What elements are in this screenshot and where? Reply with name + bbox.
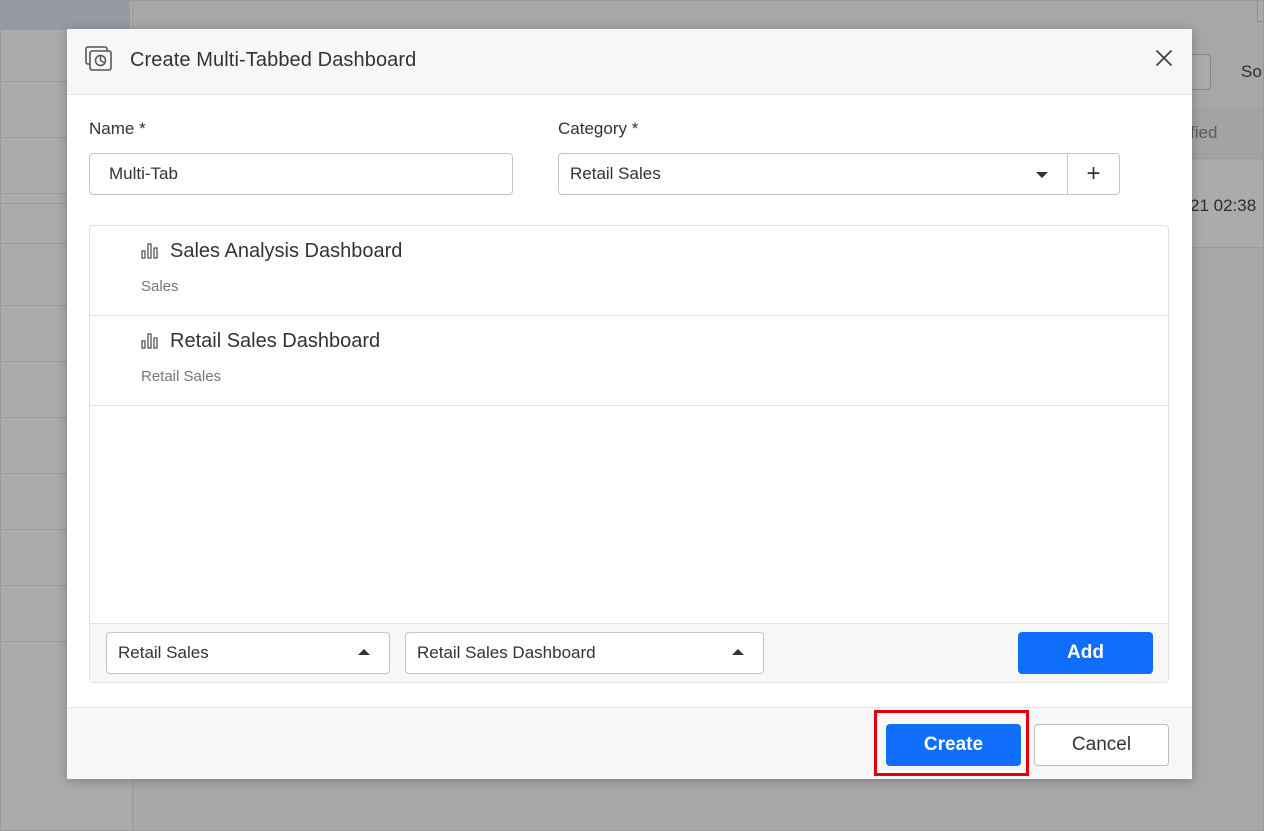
dashboard-icon [85, 46, 112, 71]
bar-chart-icon [141, 243, 158, 259]
create-multi-tabbed-dashboard-dialog: Create Multi-Tabbed Dashboard Name * Mul… [67, 29, 1192, 779]
dialog-header: Create Multi-Tabbed Dashboard [67, 29, 1192, 95]
picker-dashboard-select[interactable]: Retail Sales Dashboard [405, 632, 764, 674]
dashboard-category: Sales [141, 278, 179, 295]
name-input[interactable]: Multi-Tab [89, 153, 513, 195]
plus-icon: + [1086, 160, 1101, 187]
picker-dashboard-value: Retail Sales Dashboard [417, 643, 596, 662]
create-button-highlight [874, 710, 1029, 776]
dashboard-name: Retail Sales Dashboard [170, 330, 381, 352]
dashboard-name: Sales Analysis Dashboard [170, 240, 403, 262]
category-label: Category * [558, 119, 639, 138]
cancel-button[interactable]: Cancel [1034, 724, 1169, 766]
bar-chart-icon [141, 333, 158, 349]
category-select[interactable]: Retail Sales [558, 153, 1068, 195]
selected-dashboards-panel: Sales Analysis Dashboard Sales Retail Sa… [89, 225, 1169, 683]
add-button[interactable]: Add [1018, 632, 1153, 674]
add-category-button[interactable]: + [1067, 153, 1120, 195]
list-item[interactable]: Sales Analysis Dashboard Sales [90, 226, 1168, 316]
dashboard-category: Retail Sales [141, 368, 222, 385]
list-item[interactable]: Retail Sales Dashboard Retail Sales [90, 316, 1168, 406]
name-label: Name * [89, 119, 146, 138]
chevron-down-icon [1036, 172, 1048, 178]
close-icon[interactable] [1153, 47, 1175, 69]
picker-category-select[interactable]: Retail Sales [106, 632, 390, 674]
dialog-title: Create Multi-Tabbed Dashboard [130, 49, 417, 71]
chevron-up-icon [358, 649, 370, 655]
category-select-value: Retail Sales [570, 164, 661, 183]
picker-category-value: Retail Sales [118, 643, 209, 662]
chevron-up-icon [732, 649, 744, 655]
dashboard-picker-bar: Retail Sales Retail Sales Dashboard Add [90, 623, 1168, 682]
